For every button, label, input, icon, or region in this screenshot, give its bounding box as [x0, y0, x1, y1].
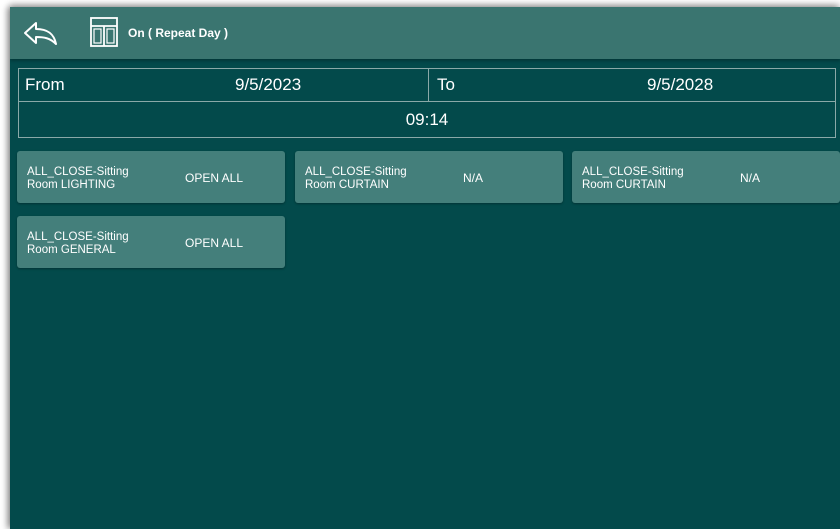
back-arrow-icon: [24, 22, 57, 45]
from-label: From: [25, 75, 65, 94]
layout-button[interactable]: [90, 17, 118, 47]
scene-state: N/A: [740, 171, 761, 185]
scene-state: OPEN ALL: [185, 171, 244, 185]
scene-card[interactable]: ALL_CLOSE-Sitting Room GENERAL OPEN ALL: [17, 216, 285, 268]
scene-card[interactable]: ALL_CLOSE-Sitting Room CURTAIN N/A: [572, 151, 840, 203]
scene-name: ALL_CLOSE-Sitting Room GENERAL: [27, 231, 129, 256]
from-date-value[interactable]: 9/5/2023: [235, 75, 301, 95]
header-bar: On ( Repeat Day ): [10, 7, 840, 59]
date-divider: [428, 69, 429, 101]
layout-panel-icon: [90, 17, 118, 47]
scene-name: ALL_CLOSE-Sitting Room CURTAIN: [305, 166, 407, 191]
scene-name: ALL_CLOSE-Sitting Room CURTAIN: [582, 166, 684, 191]
scene-card[interactable]: ALL_CLOSE-Sitting Room CURTAIN N/A: [295, 151, 563, 203]
time-row[interactable]: 09:14: [18, 102, 836, 138]
app-window: On ( Repeat Day ) From 9/5/2023 To 9/5/2…: [10, 7, 840, 529]
to-date-value[interactable]: 9/5/2028: [647, 75, 713, 95]
time-value: 09:14: [405, 110, 449, 129]
date-range-row: From 9/5/2023 To 9/5/2028: [18, 68, 836, 102]
scene-state: N/A: [463, 171, 484, 185]
back-button[interactable]: [22, 19, 62, 49]
scene-name: ALL_CLOSE-Sitting Room LIGHTING: [27, 166, 129, 191]
to-label: To: [437, 75, 455, 94]
scene-state: OPEN ALL: [185, 236, 244, 250]
scene-card[interactable]: ALL_CLOSE-Sitting Room LIGHTING OPEN ALL: [17, 151, 285, 203]
page-title: On ( Repeat Day ): [128, 26, 229, 40]
